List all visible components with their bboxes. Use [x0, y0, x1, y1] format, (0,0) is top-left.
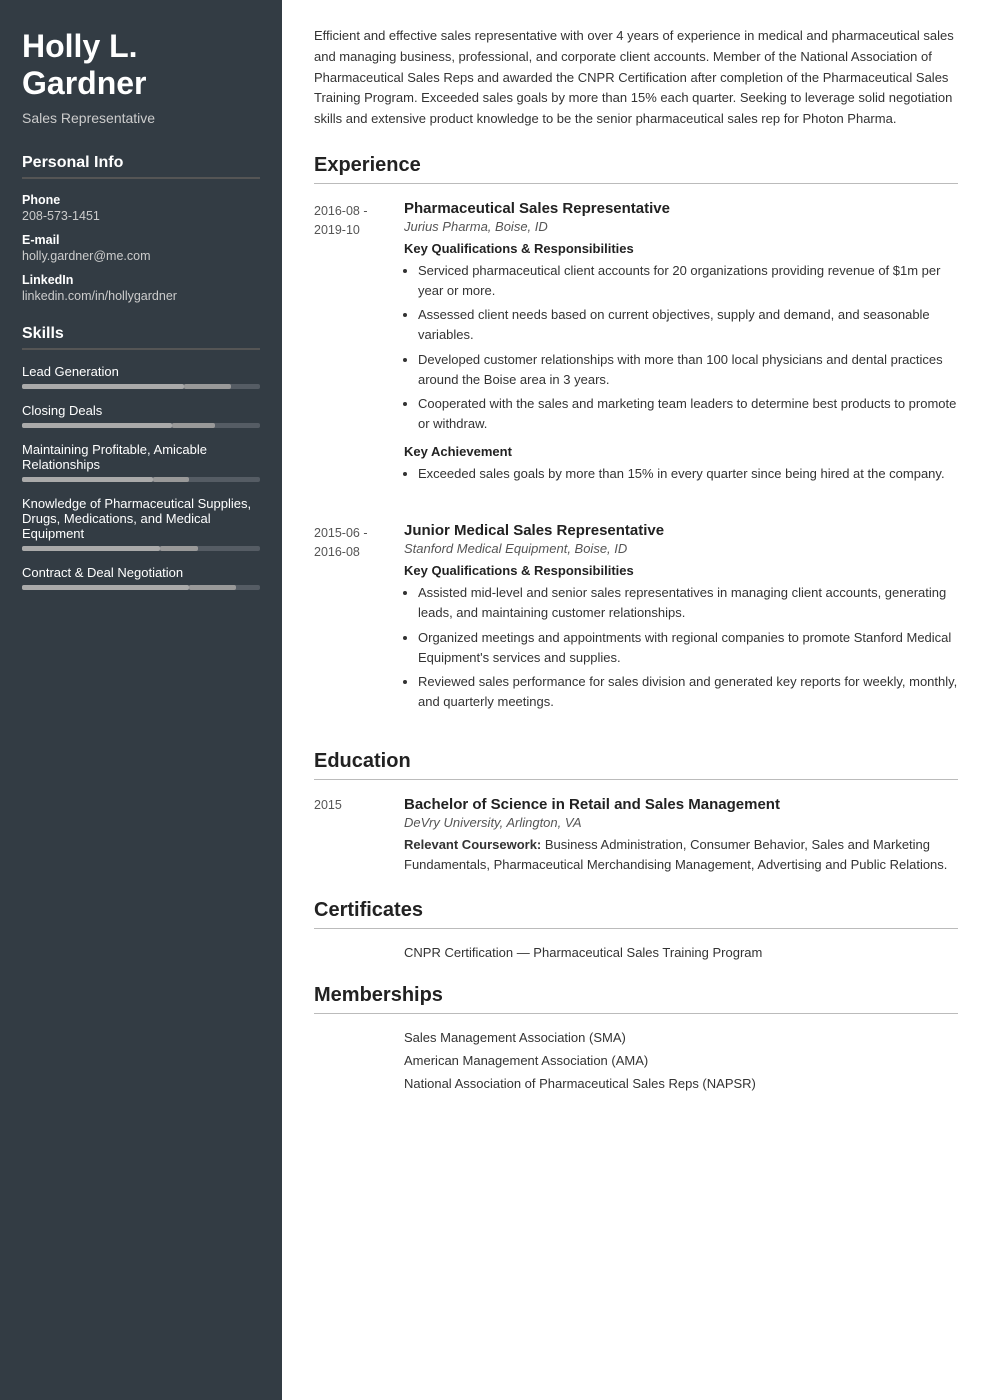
skill-bar-fill	[22, 477, 153, 482]
member-spacer	[314, 1053, 404, 1068]
skill-bar	[22, 477, 260, 482]
exp-job-title: Pharmaceutical Sales Representative	[404, 200, 958, 217]
exp-qualification-item: Assisted mid-level and senior sales repr…	[418, 583, 958, 623]
skill-bar-accent	[160, 546, 198, 551]
exp-company: Jurius Pharma, Boise, ID	[404, 219, 958, 234]
skill-bar	[22, 423, 260, 428]
skill-item: Closing Deals	[22, 403, 260, 428]
experience-item: 2015-06 - 2016-08Junior Medical Sales Re…	[314, 522, 958, 722]
membership-item: American Management Association (AMA)	[314, 1053, 958, 1068]
edu-school: DeVry University, Arlington, VA	[404, 815, 958, 830]
experience-item: 2016-08 - 2019-10Pharmaceutical Sales Re…	[314, 200, 958, 494]
skill-bar-accent	[153, 477, 189, 482]
skill-bar-fill	[22, 546, 160, 551]
skill-item: Maintaining Profitable, Amicable Relatio…	[22, 442, 260, 482]
education-section-title: Education	[314, 750, 958, 780]
membership-item: National Association of Pharmaceutical S…	[314, 1076, 958, 1091]
sidebar: Holly L. Gardner Sales Representative Pe…	[0, 0, 282, 1400]
skill-item: Contract & Deal Negotiation	[22, 565, 260, 590]
main-content: Efficient and effective sales representa…	[282, 0, 990, 1400]
personal-info-section-title: Personal Info	[22, 154, 260, 179]
skill-name: Lead Generation	[22, 364, 260, 379]
membership-text: American Management Association (AMA)	[404, 1053, 958, 1068]
skill-bar-fill	[22, 585, 189, 590]
education-item: 2015Bachelor of Science in Retail and Sa…	[314, 796, 958, 875]
experience-section: Experience 2016-08 - 2019-10Pharmaceutic…	[314, 154, 958, 722]
memberships-list: Sales Management Association (SMA) Americ…	[314, 1030, 958, 1091]
exp-qualification-item: Assessed client needs based on current o…	[418, 305, 958, 345]
edu-degree: Bachelor of Science in Retail and Sales …	[404, 796, 958, 813]
exp-qualification-item: Reviewed sales performance for sales div…	[418, 672, 958, 712]
experience-section-title: Experience	[314, 154, 958, 184]
email-value: holly.gardner@me.com	[22, 249, 260, 263]
skill-name: Closing Deals	[22, 403, 260, 418]
skill-bar-fill	[22, 423, 172, 428]
skill-name: Maintaining Profitable, Amicable Relatio…	[22, 442, 260, 472]
membership-text: Sales Management Association (SMA)	[404, 1030, 958, 1045]
experience-list: 2016-08 - 2019-10Pharmaceutical Sales Re…	[314, 200, 958, 722]
exp-qualifications-title: Key Qualifications & Responsibilities	[404, 563, 958, 578]
skill-bar	[22, 546, 260, 551]
skill-bar	[22, 384, 260, 389]
exp-job-title: Junior Medical Sales Representative	[404, 522, 958, 539]
memberships-section-title: Memberships	[314, 984, 958, 1014]
cert-spacer	[314, 945, 404, 960]
certificate-item: CNPR Certification — Pharmaceutical Sale…	[314, 945, 958, 960]
exp-content: Junior Medical Sales Representative Stanf…	[404, 522, 958, 722]
certificate-text: CNPR Certification — Pharmaceutical Sale…	[404, 945, 958, 960]
edu-content: Bachelor of Science in Retail and Sales …	[404, 796, 958, 875]
exp-company: Stanford Medical Equipment, Boise, ID	[404, 541, 958, 556]
education-section: Education 2015Bachelor of Science in Ret…	[314, 750, 958, 875]
edu-coursework: Relevant Coursework: Business Administra…	[404, 835, 958, 875]
membership-text: National Association of Pharmaceutical S…	[404, 1076, 958, 1091]
certificates-list: CNPR Certification — Pharmaceutical Sale…	[314, 945, 958, 960]
member-spacer	[314, 1030, 404, 1045]
exp-content: Pharmaceutical Sales Representative Juriu…	[404, 200, 958, 494]
education-list: 2015Bachelor of Science in Retail and Sa…	[314, 796, 958, 875]
skills-section-title: Skills	[22, 325, 260, 350]
memberships-section: Memberships Sales Management Association…	[314, 984, 958, 1091]
membership-item: Sales Management Association (SMA)	[314, 1030, 958, 1045]
exp-achievements-list: Exceeded sales goals by more than 15% in…	[418, 464, 958, 484]
skill-bar-accent	[184, 384, 232, 389]
certificates-section-title: Certificates	[314, 899, 958, 929]
linkedin-value: linkedin.com/in/hollygardner	[22, 289, 260, 303]
exp-date: 2016-08 - 2019-10	[314, 200, 404, 494]
candidate-name: Holly L. Gardner	[22, 28, 260, 102]
member-spacer	[314, 1076, 404, 1091]
skill-bar-accent	[189, 585, 237, 590]
skill-bar	[22, 585, 260, 590]
edu-date: 2015	[314, 796, 404, 875]
exp-date: 2015-06 - 2016-08	[314, 522, 404, 722]
skill-item: Lead Generation	[22, 364, 260, 389]
exp-qualifications-title: Key Qualifications & Responsibilities	[404, 241, 958, 256]
edu-coursework-label: Relevant Coursework:	[404, 837, 545, 852]
exp-achievement-item: Exceeded sales goals by more than 15% in…	[418, 464, 958, 484]
skills-list: Lead Generation Closing Deals Maintaining …	[22, 364, 260, 590]
candidate-title: Sales Representative	[22, 110, 260, 126]
linkedin-label: LinkedIn	[22, 273, 260, 287]
skill-name: Knowledge of Pharmaceutical Supplies, Dr…	[22, 496, 260, 541]
exp-qualification-item: Cooperated with the sales and marketing …	[418, 394, 958, 434]
exp-qualification-item: Developed customer relationships with mo…	[418, 350, 958, 390]
exp-qualifications-list: Serviced pharmaceutical client accounts …	[418, 261, 958, 434]
skill-name: Contract & Deal Negotiation	[22, 565, 260, 580]
phone-label: Phone	[22, 193, 260, 207]
exp-qualification-item: Serviced pharmaceutical client accounts …	[418, 261, 958, 301]
skill-item: Knowledge of Pharmaceutical Supplies, Dr…	[22, 496, 260, 551]
skills-section: Skills Lead Generation Closing Deals Maint…	[22, 325, 260, 590]
skill-bar-accent	[172, 423, 215, 428]
exp-qualifications-list: Assisted mid-level and senior sales repr…	[418, 583, 958, 712]
phone-value: 208-573-1451	[22, 209, 260, 223]
email-label: E-mail	[22, 233, 260, 247]
exp-qualification-item: Organized meetings and appointments with…	[418, 628, 958, 668]
summary-text: Efficient and effective sales representa…	[314, 26, 958, 130]
exp-achievement-title: Key Achievement	[404, 444, 958, 459]
skill-bar-fill	[22, 384, 184, 389]
certificates-section: Certificates CNPR Certification — Pharma…	[314, 899, 958, 960]
